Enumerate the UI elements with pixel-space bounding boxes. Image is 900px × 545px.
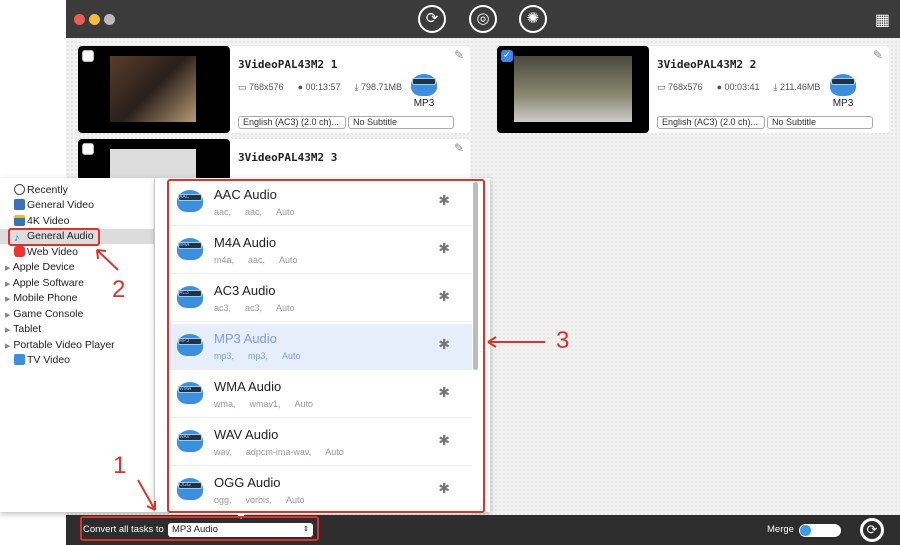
arrow-3 bbox=[487, 336, 545, 348]
annotation-3: 3 bbox=[556, 327, 570, 354]
annotation-1: 1 bbox=[113, 452, 127, 479]
annotation-2: 2 bbox=[112, 276, 126, 303]
annotation-arrows bbox=[96, 249, 545, 511]
arrow-1 bbox=[137, 479, 156, 511]
arrow-2 bbox=[96, 249, 119, 271]
